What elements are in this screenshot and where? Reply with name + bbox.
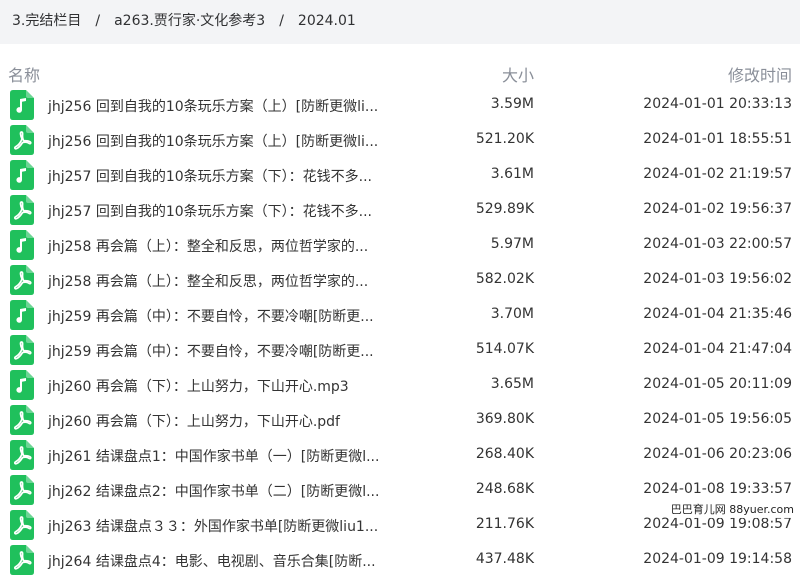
file-size: 5.97M	[490, 236, 534, 252]
music-file-icon	[10, 90, 34, 120]
file-name[interactable]: jhj259 再会篇（中）：不要自怜，不要冷嘲[防断更...	[48, 306, 374, 326]
file-row[interactable]: jhj256 回到自我的10条玩乐方案（上）[防断更微li... 3.59M 202…	[0, 87, 800, 122]
file-row[interactable]: jhj257 回到自我的10条玩乐方案（下）：花钱不多... 3.61M 2024-…	[0, 157, 800, 192]
file-modified-time: 2024-01-01 18:55:51	[643, 131, 792, 147]
file-row[interactable]: jhj257 回到自我的10条玩乐方案（下）：花钱不多... 529.89K 202…	[0, 192, 800, 227]
music-file-icon	[10, 230, 34, 260]
file-row[interactable]: jhj259 再会篇（中）：不要自怜，不要冷嘲[防断更... 514.07K 202…	[0, 332, 800, 367]
file-modified-time: 2024-01-05 19:56:05	[643, 411, 792, 427]
file-modified-time: 2024-01-01 20:33:13	[643, 96, 792, 112]
file-size: 3.70M	[490, 306, 534, 322]
file-name[interactable]: jhj260 再会篇（下）：上山努力，下山开心.pdf	[48, 411, 340, 431]
pdf-file-icon	[10, 405, 34, 435]
file-name[interactable]: jhj257 回到自我的10条玩乐方案（下）：花钱不多...	[48, 201, 372, 221]
music-file-icon	[10, 370, 34, 400]
file-name[interactable]: jhj258 再会篇（上）：整全和反思，两位哲学家的...	[48, 271, 368, 291]
breadcrumb-separator: /	[95, 13, 101, 29]
file-name[interactable]: jhj263 结课盘点３３：外国作家书单[防断更微liu1...	[48, 516, 378, 536]
watermark: 巴巴育儿网 88yuer.com	[666, 502, 798, 518]
file-row[interactable]: jhj258 再会篇（上）：整全和反思，两位哲学家的... 5.97M 2024-0…	[0, 227, 800, 262]
file-size: 582.02K	[475, 271, 534, 287]
file-name[interactable]: jhj259 再会篇（中）：不要自怜，不要冷嘲[防断更...	[48, 341, 374, 361]
file-name[interactable]: jhj260 再会篇（下）：上山努力，下山开心.mp3	[48, 376, 349, 396]
pdf-file-icon	[10, 195, 34, 225]
file-name[interactable]: jhj257 回到自我的10条玩乐方案（下）：花钱不多...	[48, 166, 372, 186]
pdf-file-icon	[10, 335, 34, 365]
file-modified-time: 2024-01-09 19:14:58	[643, 551, 792, 567]
file-row[interactable]: jhj261 结课盘点1：中国作家书单（一）[防断更微l... 268.40K 20…	[0, 437, 800, 472]
breadcrumb-separator: /	[279, 13, 284, 29]
breadcrumb: 3.完结栏目 / a263.贾行家·文化参考3 / 2024.01	[12, 10, 356, 30]
file-row[interactable]: jhj260 再会篇（下）：上山努力，下山开心.pdf 369.80K 2024-0…	[0, 402, 800, 437]
pdf-file-icon	[10, 265, 34, 295]
file-size: 369.80K	[475, 411, 534, 427]
file-size: 521.20K	[475, 131, 534, 147]
file-name[interactable]: jhj264 结课盘点4：电影、电视剧、音乐合集[防断...	[48, 551, 376, 571]
file-size: 268.40K	[475, 446, 534, 462]
file-size: 248.68K	[475, 481, 534, 497]
pdf-file-icon	[10, 125, 34, 155]
file-row[interactable]: jhj256 回到自我的10条玩乐方案（上）[防断更微li... 521.20K 2…	[0, 122, 800, 157]
column-header-modified[interactable]: 修改时间	[728, 62, 792, 86]
file-name[interactable]: jhj261 结课盘点1：中国作家书单（一）[防断更微l...	[48, 446, 379, 466]
file-row[interactable]: jhj258 再会篇（上）：整全和反思，两位哲学家的... 582.02K 2024…	[0, 262, 800, 297]
file-row[interactable]: jhj260 再会篇（下）：上山努力，下山开心.mp3 3.65M 2024-01-…	[0, 367, 800, 402]
file-size: 3.61M	[490, 166, 534, 182]
file-size: 529.89K	[475, 201, 534, 217]
file-modified-time: 2024-01-04 21:35:46	[643, 306, 792, 322]
file-size: 3.65M	[490, 376, 534, 392]
file-modified-time: 2024-01-03 19:56:02	[643, 271, 792, 287]
file-modified-time: 2024-01-06 20:23:06	[643, 446, 792, 462]
file-size: 211.76K	[475, 516, 534, 532]
music-file-icon	[10, 160, 34, 190]
file-name[interactable]: jhj256 回到自我的10条玩乐方案（上）[防断更微li...	[48, 131, 378, 151]
file-size: 514.07K	[475, 341, 534, 357]
file-modified-time: 2024-01-04 21:47:04	[643, 341, 792, 357]
file-row[interactable]: jhj264 结课盘点4：电影、电视剧、音乐合集[防断... 437.48K 202…	[0, 542, 800, 577]
breadcrumb-item-current[interactable]: 2024.01	[298, 13, 356, 29]
music-file-icon	[10, 300, 34, 330]
file-modified-time: 2024-01-05 20:11:09	[643, 376, 792, 392]
breadcrumb-item[interactable]: 3.完结栏目	[12, 13, 81, 29]
file-modified-time: 2024-01-03 22:00:57	[643, 236, 792, 252]
file-modified-time: 2024-01-09 19:08:57	[643, 516, 792, 532]
pdf-file-icon	[10, 510, 34, 540]
pdf-file-icon	[10, 545, 34, 575]
file-name[interactable]: jhj258 再会篇（上）：整全和反思，两位哲学家的...	[48, 236, 368, 256]
breadcrumb-bar: 3.完结栏目 / a263.贾行家·文化参考3 / 2024.01	[0, 0, 800, 44]
file-modified-time: 2024-01-08 19:33:57	[643, 481, 792, 497]
file-row[interactable]: jhj259 再会篇（中）：不要自怜，不要冷嘲[防断更... 3.70M 2024-…	[0, 297, 800, 332]
file-size: 437.48K	[475, 551, 534, 567]
column-header-size[interactable]: 大小	[502, 62, 534, 86]
file-list-header: 名称 大小 修改时间	[0, 56, 800, 88]
breadcrumb-item[interactable]: a263.贾行家·文化参考3	[114, 13, 265, 29]
pdf-file-icon	[10, 475, 34, 505]
file-name[interactable]: jhj262 结课盘点2：中国作家书单（二）[防断更微l...	[48, 481, 379, 501]
file-size: 3.59M	[490, 96, 534, 112]
pdf-file-icon	[10, 440, 34, 470]
file-modified-time: 2024-01-02 21:19:57	[643, 166, 792, 182]
column-header-name[interactable]: 名称	[8, 62, 40, 86]
file-name[interactable]: jhj256 回到自我的10条玩乐方案（上）[防断更微li...	[48, 96, 378, 116]
file-modified-time: 2024-01-02 19:56:37	[643, 201, 792, 217]
